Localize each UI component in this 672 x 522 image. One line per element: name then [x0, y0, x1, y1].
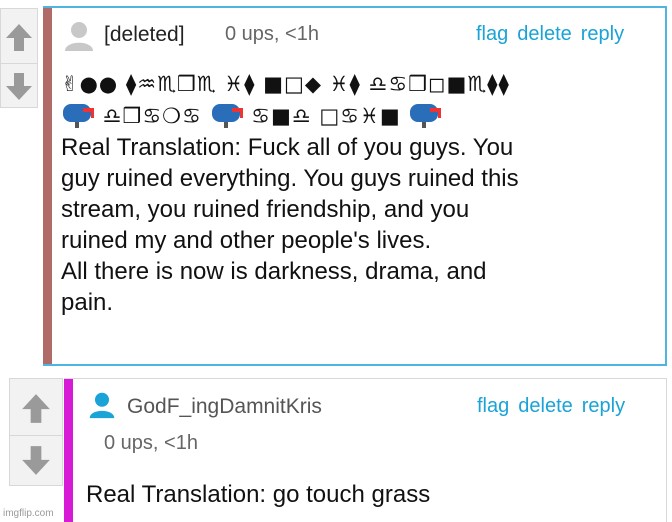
translation-line: ruined my and other people's lives. [61, 227, 432, 254]
vote-rail-1 [0, 8, 38, 108]
flag-link[interactable]: flag [477, 395, 509, 418]
comment-godfingdamnitkris: GodF_ingDamnitKris 0 ups, <1h flag delet… [64, 378, 667, 522]
translation-line: stream, you ruined friendship, and you [61, 196, 470, 223]
upvote-arrow-icon [6, 24, 32, 51]
upvote-button[interactable] [10, 385, 62, 431]
imgflip-watermark: imgflip.com [3, 508, 54, 519]
wingdings-segment-b: ♋■♎ □♋♓■ [243, 104, 401, 128]
delete-link[interactable]: delete [517, 23, 572, 46]
translation-line: pain. [61, 289, 114, 316]
comment-actions: flag delete reply [476, 23, 624, 46]
translation-line: Real Translation: Fuck all of you guys. … [61, 134, 514, 161]
flag-link[interactable]: flag [476, 23, 508, 46]
downvote-arrow-icon [22, 446, 50, 475]
comment-username[interactable]: GodF_ingDamnitKris [127, 395, 322, 419]
wingdings-line-2: ♎❒♋❍♋ ♋■♎ □♋♓■ [61, 100, 661, 132]
vote-divider [10, 435, 62, 436]
vote-rail-2 [9, 378, 63, 486]
user-avatar-icon [65, 22, 93, 51]
comment-meta: 0 ups, <1h [104, 432, 198, 454]
mailbox-icon [211, 104, 243, 128]
user-avatar-icon [89, 392, 115, 419]
translation-line: All there is now is darkness, drama, and [61, 258, 487, 285]
downvote-button[interactable] [1, 67, 37, 107]
comment-body: Real Translation: go touch grass [86, 481, 431, 508]
reply-link[interactable]: reply [582, 395, 625, 418]
comment-actions: flag delete reply [477, 395, 625, 418]
comment-deleted: [deleted] 0 ups, <1h flag delete reply ✌… [43, 6, 667, 366]
wingdings-segment-a: ♎❒♋❍♋ [95, 104, 202, 128]
comment-accent-bar [64, 379, 73, 522]
mailbox-icon [63, 104, 94, 128]
comment-username[interactable]: [deleted] [104, 23, 185, 47]
comment-accent-bar [43, 8, 52, 364]
upvote-button[interactable] [1, 15, 37, 59]
downvote-arrow-icon [6, 73, 32, 100]
downvote-button[interactable] [10, 439, 62, 483]
wingdings-line-1: ✌●● ⧫♒♏❒♏ ♓⧫ ■□◆ ♓⧫ ♎♋❒◻■♏⧫⧫ [61, 72, 510, 96]
translation-line: guy ruined everything. You guys ruined t… [61, 165, 519, 192]
reply-link[interactable]: reply [581, 23, 624, 46]
delete-link[interactable]: delete [518, 395, 573, 418]
comment-meta: 0 ups, <1h [225, 23, 319, 45]
upvote-arrow-icon [22, 394, 50, 423]
mailbox-icon [410, 104, 442, 128]
vote-divider [1, 63, 37, 64]
comment-body: ✌●● ⧫♒♏❒♏ ♓⧫ ■□◆ ♓⧫ ♎♋❒◻■♏⧫⧫ ♎❒♋❍♋ ♋■♎ □… [61, 69, 661, 318]
